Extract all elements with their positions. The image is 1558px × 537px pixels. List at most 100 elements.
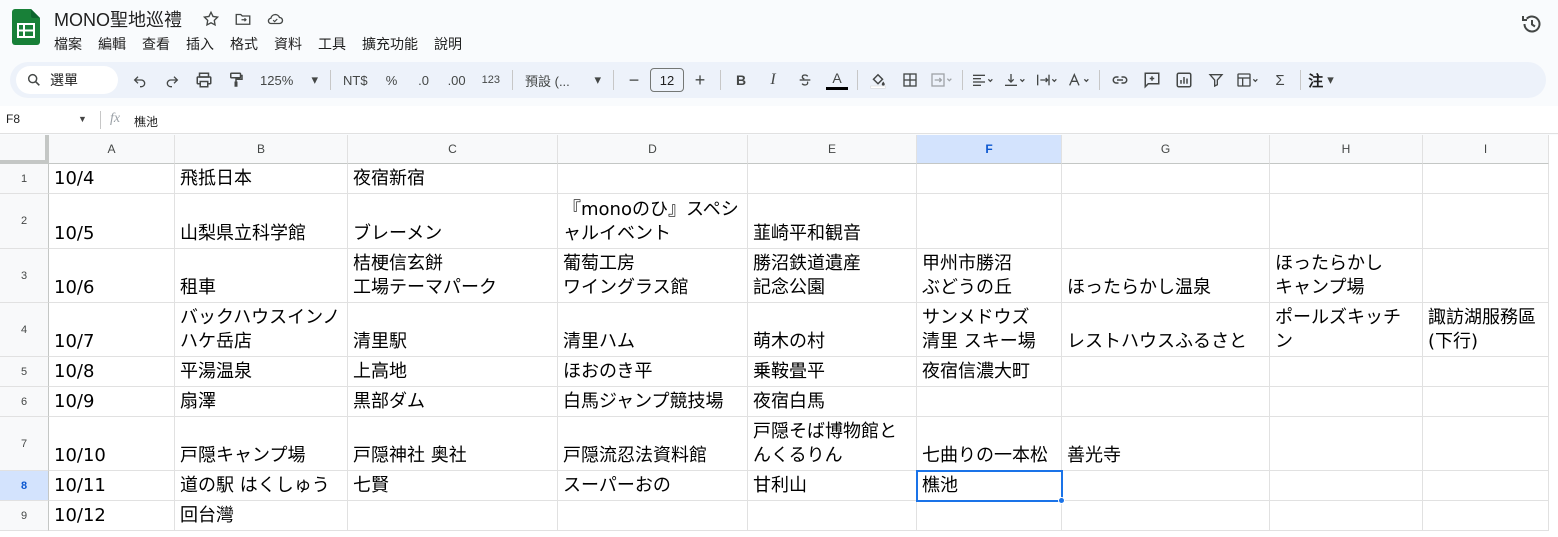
column-header-f[interactable]: F [917, 135, 1062, 164]
paint-format-icon[interactable] [222, 66, 250, 94]
cell-a2[interactable]: 10/5 [49, 194, 175, 249]
cell-i6[interactable] [1423, 387, 1549, 417]
cell-g6[interactable] [1062, 387, 1270, 417]
menu-edit[interactable]: 編輯 [90, 32, 134, 56]
cell-b9[interactable]: 回台灣 [175, 501, 348, 531]
cell-f1[interactable] [917, 164, 1062, 194]
cell-f7[interactable]: 七曲りの一本松 [917, 417, 1062, 471]
filter-views-icon[interactable] [1234, 66, 1262, 94]
cell-f6[interactable] [917, 387, 1062, 417]
cell-c3[interactable]: 桔梗信玄餅 工場テーマパーク [348, 249, 558, 303]
cell-g4[interactable]: レストハウスふるさと [1062, 303, 1270, 357]
print-icon[interactable] [190, 66, 218, 94]
cell-a3[interactable]: 10/6 [49, 249, 175, 303]
insert-comment-icon[interactable] [1138, 66, 1166, 94]
column-header-b[interactable]: B [175, 135, 348, 164]
increase-font-size-button[interactable]: + [686, 66, 714, 94]
name-box[interactable]: F8 [6, 112, 20, 126]
row-header-5[interactable]: 5 [0, 357, 49, 387]
cell-b2[interactable]: 山梨県立科学館 [175, 194, 348, 249]
insert-link-icon[interactable] [1106, 66, 1134, 94]
move-folder-icon[interactable] [232, 8, 254, 30]
cell-c6[interactable]: 黒部ダム [348, 387, 558, 417]
cell-c5[interactable]: 上高地 [348, 357, 558, 387]
horizontal-align-icon[interactable] [969, 66, 997, 94]
cell-d5[interactable]: ほおのき平 [558, 357, 748, 387]
functions-button[interactable]: Σ [1266, 66, 1294, 94]
cell-i2[interactable] [1423, 194, 1549, 249]
redo-icon[interactable] [158, 66, 186, 94]
cloud-saved-icon[interactable] [264, 8, 286, 30]
cell-g9[interactable] [1062, 501, 1270, 531]
cell-e6[interactable]: 夜宿白馬 [748, 387, 917, 417]
cell-e2[interactable]: 韮崎平和観音 [748, 194, 917, 249]
row-header-9[interactable]: 9 [0, 501, 49, 531]
cell-i4[interactable]: 諏訪湖服務區 (下行) [1423, 303, 1549, 357]
cell-e9[interactable] [748, 501, 917, 531]
cell-i7[interactable] [1423, 417, 1549, 471]
cell-f2[interactable] [917, 194, 1062, 249]
cell-d6[interactable]: 白馬ジャンプ競技場 [558, 387, 748, 417]
column-header-e[interactable]: E [748, 135, 917, 164]
cell-i9[interactable] [1423, 501, 1549, 531]
fill-handle[interactable] [1058, 497, 1065, 504]
cell-b5[interactable]: 平湯温泉 [175, 357, 348, 387]
strikethrough-icon[interactable] [791, 66, 819, 94]
input-tools-button[interactable]: 注 ▾ [1307, 66, 1335, 94]
merge-cells-icon[interactable] [928, 66, 956, 94]
font-select[interactable]: 預設 (... ▾ [519, 66, 607, 94]
select-all-corner[interactable] [0, 135, 49, 164]
cell-d1[interactable] [558, 164, 748, 194]
spreadsheet-grid[interactable]: A B C D E F G H I 1 10/4 飛抵日本 夜宿新宿 2 10/5 山梨県立科学館 ブレーメン 『… [0, 135, 1558, 537]
font-size-input[interactable]: 12 [650, 68, 684, 92]
formula-input[interactable]: 樵池 [134, 113, 158, 130]
menu-extensions[interactable]: 擴充功能 [354, 32, 426, 56]
cell-g2[interactable] [1062, 194, 1270, 249]
fill-color-icon[interactable] [864, 66, 892, 94]
cell-g5[interactable] [1062, 357, 1270, 387]
row-header-1[interactable]: 1 [0, 164, 49, 194]
cell-g1[interactable] [1062, 164, 1270, 194]
menu-format[interactable]: 格式 [222, 32, 266, 56]
column-header-a[interactable]: A [49, 135, 175, 164]
menu-file[interactable]: 檔案 [46, 32, 90, 56]
cell-c2[interactable]: ブレーメン [348, 194, 558, 249]
italic-button[interactable]: I [759, 66, 787, 94]
cell-e5[interactable]: 乗鞍畳平 [748, 357, 917, 387]
text-wrap-icon[interactable] [1033, 66, 1061, 94]
cell-b4[interactable]: バックハウスインノハケ岳店 [175, 303, 348, 357]
cell-d4[interactable]: 清里ハム [558, 303, 748, 357]
decrease-font-size-button[interactable]: − [620, 66, 648, 94]
row-header-6[interactable]: 6 [0, 387, 49, 417]
cell-f4[interactable]: サンメドウズ 清里 スキー場 [917, 303, 1062, 357]
cell-i1[interactable] [1423, 164, 1549, 194]
bold-button[interactable]: B [727, 66, 755, 94]
cell-g3[interactable]: ほったらかし温泉 [1062, 249, 1270, 303]
cell-e7[interactable]: 戸隠そば博物館とんくるりん [748, 417, 917, 471]
menu-help[interactable]: 說明 [426, 32, 470, 56]
cell-b6[interactable]: 扇澤 [175, 387, 348, 417]
cell-h4[interactable]: ポールズキッチン [1270, 303, 1423, 357]
cell-d9[interactable] [558, 501, 748, 531]
column-header-d[interactable]: D [558, 135, 748, 164]
cell-h6[interactable] [1270, 387, 1423, 417]
menu-tools[interactable]: 工具 [310, 32, 354, 56]
menu-data[interactable]: 資料 [266, 32, 310, 56]
cell-b7[interactable]: 戸隠キャンプ場 [175, 417, 348, 471]
chevron-down-icon[interactable]: ▼ [78, 114, 87, 124]
star-icon[interactable] [200, 8, 222, 30]
document-title[interactable]: MONO聖地巡禮 [54, 6, 182, 32]
cell-b3[interactable]: 租車 [175, 249, 348, 303]
percent-format-button[interactable]: % [378, 66, 406, 94]
text-color-button[interactable]: A [823, 66, 851, 94]
cell-e3[interactable]: 勝沼鉄道遺産 記念公園 [748, 249, 917, 303]
menu-search[interactable]: 選單 [16, 66, 118, 94]
row-header-8[interactable]: 8 [0, 471, 49, 501]
cell-c9[interactable] [348, 501, 558, 531]
menu-view[interactable]: 查看 [134, 32, 178, 56]
cell-i5[interactable] [1423, 357, 1549, 387]
cell-a9[interactable]: 10/12 [49, 501, 175, 531]
cell-g8[interactable] [1062, 471, 1270, 501]
cell-d8[interactable]: スーパーおの [558, 471, 748, 501]
text-rotation-icon[interactable] [1065, 66, 1093, 94]
